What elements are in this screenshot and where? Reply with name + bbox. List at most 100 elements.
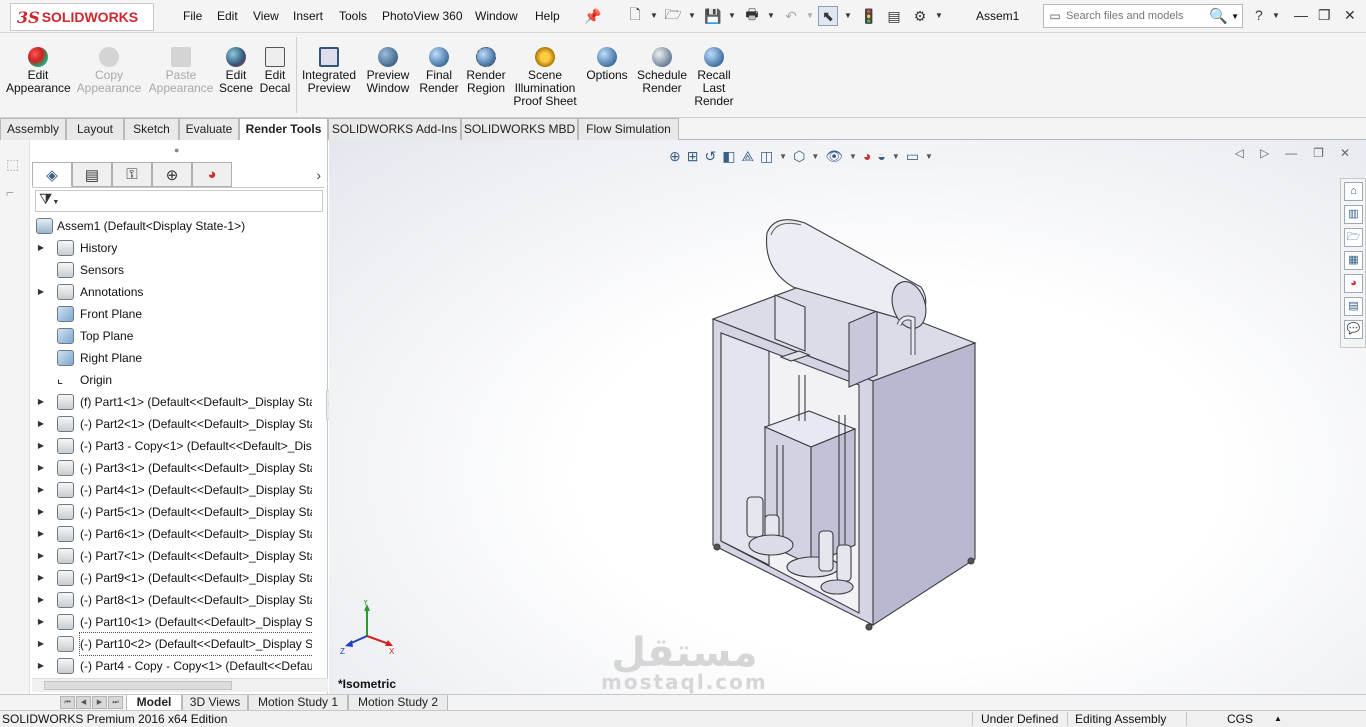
edit-decal-button[interactable]: Edit Decal	[258, 47, 292, 95]
schedule-render-button[interactable]: Schedule Render	[636, 47, 688, 95]
display-style-icon[interactable]: ⬡	[793, 148, 805, 165]
undo-icon[interactable]: ↶	[781, 6, 801, 26]
pin-icon[interactable]: 📌	[583, 6, 603, 26]
design-library-icon[interactable]: ▥	[1344, 205, 1363, 224]
tab-displaymanager[interactable]: ◕	[192, 162, 232, 187]
file-explorer-icon[interactable]: 🗁	[1344, 228, 1363, 247]
unit-system[interactable]: CGS	[1227, 711, 1253, 727]
tree-item-part[interactable]: ▶ (-) Part2<1> (Default<<Default>_Displa…	[30, 413, 312, 435]
section-view-icon[interactable]: ◧	[722, 148, 735, 165]
search-icon[interactable]: 🔍	[1209, 7, 1228, 25]
expand-arrow-icon[interactable]: ▶	[36, 523, 46, 545]
hide-show-items-icon[interactable]: 👁	[825, 148, 843, 165]
tab-render-tools[interactable]: Render Tools	[239, 118, 328, 140]
rebuild-traffic-light-icon[interactable]: 🚦	[859, 6, 879, 26]
tab-propertymanager[interactable]: ▤	[72, 162, 112, 187]
tree-item-part[interactable]: ▶ (-) Part8<1> (Default<<Default>_Displa…	[30, 589, 312, 611]
tab-3d-views[interactable]: 3D Views	[182, 695, 248, 711]
expand-arrow-icon[interactable]: ▶	[36, 501, 46, 523]
first-tab-icon[interactable]: ⏮	[60, 696, 75, 709]
expand-arrow-icon[interactable]: ▶	[36, 457, 46, 479]
previous-view-icon[interactable]: ↺	[704, 148, 716, 165]
recall-last-render-button[interactable]: Recall Last Render	[692, 47, 736, 108]
select-dropdown-icon[interactable]: ▼	[844, 11, 852, 20]
tree-filter[interactable]: ⧩▼	[35, 190, 323, 212]
dropdown-arrow-icon[interactable]: ▼	[811, 152, 819, 161]
expand-arrow-icon[interactable]: ▶	[36, 633, 46, 655]
menu-help[interactable]: Help	[535, 9, 560, 23]
tree-item-sensors[interactable]: Sensors	[30, 259, 312, 281]
options-dropdown-icon[interactable]: ▼	[935, 11, 943, 20]
home-icon[interactable]: ⌂	[1344, 182, 1363, 201]
tab-dimxpertmanager[interactable]: ⊕	[152, 162, 192, 187]
tree-item-origin[interactable]: ⌞ Origin	[30, 369, 312, 391]
viewport-restore-icon[interactable]: ❐	[1313, 146, 1324, 160]
graphics-area[interactable]: ⊕ ⊞ ↺ ◧ ⟁ ◫ ▼ ⬡ ▼ 👁 ▼ ◕ ◒ ▼ ▭ ▼ ◁ ▷ — ❐ ✕ ⌂ ▥…	[329, 140, 1366, 694]
edit-appearance-hud-icon[interactable]: ◕	[863, 148, 871, 164]
tree-item-part[interactable]: ▶ (-) Part4 - Copy - Copy<1> (Default<<D…	[30, 655, 312, 677]
smart-dimension-icon[interactable]: ⌐	[6, 184, 14, 200]
tree-item-part[interactable]: ▶ (-) Part7<1> (Default<<Default>_Displa…	[30, 545, 312, 567]
expand-arrow-icon[interactable]: ▶	[36, 435, 46, 457]
search-dropdown-icon[interactable]: ▼	[1231, 12, 1239, 21]
tree-item-part[interactable]: ▶ (-) Part6<1> (Default<<Default>_Displa…	[30, 523, 312, 545]
tab-layout[interactable]: Layout	[66, 118, 124, 140]
tab-motion-study-2[interactable]: Motion Study 2	[348, 695, 448, 711]
expand-arrow-icon[interactable]: ▶	[36, 589, 46, 611]
panel-grip-icon[interactable]: ●	[174, 145, 179, 155]
solidworks-logo[interactable]: 3S SOLIDWORKS	[10, 3, 154, 31]
dropdown-arrow-icon[interactable]: ▼	[849, 152, 857, 161]
new-document-icon[interactable]: 🗋	[625, 6, 645, 26]
water-heater-assembly-model[interactable]	[709, 215, 979, 635]
render-options-button[interactable]: Options	[584, 47, 630, 82]
search-input[interactable]	[1066, 10, 1206, 22]
print-icon[interactable]: 🖶	[742, 6, 762, 26]
units-dropdown-icon[interactable]: ▲	[1274, 711, 1282, 727]
tab-configurationmanager[interactable]: ⚿	[112, 162, 152, 187]
tree-item-part[interactable]: ▶ (-) Part4<1> (Default<<Default>_Displa…	[30, 479, 312, 501]
sketch-icon[interactable]: ⬚	[6, 156, 19, 173]
menu-tools[interactable]: Tools	[339, 9, 367, 23]
previous-doc-icon[interactable]: ◁	[1235, 146, 1244, 160]
expand-arrow-icon[interactable]: ▶	[36, 611, 46, 633]
view-palette-icon[interactable]: ▦	[1344, 251, 1363, 270]
paste-appearance-button[interactable]: Paste Appearance	[148, 47, 214, 95]
expand-arrow-icon[interactable]: ▶	[36, 545, 46, 567]
tree-item-part[interactable]: ▶ (-) Part3<1> (Default<<Default>_Displa…	[30, 457, 312, 479]
tab-model[interactable]: Model	[126, 695, 182, 711]
expand-arrow-icon[interactable]: ▶	[36, 413, 46, 435]
tab-solidworks-mbd[interactable]: SOLIDWORKS MBD	[461, 118, 578, 140]
open-folder-icon[interactable]: 🗁	[663, 6, 683, 26]
chevron-right-icon[interactable]: ›	[316, 167, 321, 183]
final-render-button[interactable]: Final Render	[418, 47, 460, 95]
save-icon[interactable]: 💾	[703, 6, 723, 26]
search-scope-icon[interactable]: ▭	[1044, 9, 1066, 23]
apply-scene-icon[interactable]: ◒	[877, 148, 885, 164]
dynamic-annotation-icon[interactable]: ⟁	[741, 148, 754, 165]
print-dropdown-icon[interactable]: ▼	[767, 11, 775, 20]
expand-arrow-icon[interactable]: ▶	[36, 237, 46, 259]
view-orientation-icon[interactable]: ◫	[760, 148, 773, 165]
restore-icon[interactable]: ❐	[1318, 7, 1331, 24]
tab-assembly[interactable]: Assembly	[0, 118, 66, 140]
expand-arrow-icon[interactable]: ▶	[36, 567, 46, 589]
zoom-to-fit-icon[interactable]: ⊕	[669, 148, 681, 165]
menu-file[interactable]: File	[183, 9, 202, 23]
close-icon[interactable]: ✕	[1344, 7, 1356, 24]
menu-window[interactable]: Window	[475, 9, 518, 23]
tree-item-part-selected[interactable]: ▶ (-) Part10<2> (Default<<Default>_Displ…	[30, 632, 312, 656]
tab-solidworks-add-ins[interactable]: SOLIDWORKS Add-Ins	[328, 118, 461, 140]
tree-root-assembly[interactable]: Assem1 (Default<Display State-1>)	[30, 215, 312, 237]
custom-properties-icon[interactable]: ▤	[1344, 297, 1363, 316]
tree-item-front-plane[interactable]: Front Plane	[30, 303, 312, 325]
forum-icon[interactable]: 💬	[1344, 320, 1363, 339]
tree-item-right-plane[interactable]: Right Plane	[30, 347, 312, 369]
preview-window-button[interactable]: Preview Window	[364, 47, 412, 95]
edit-scene-button[interactable]: Edit Scene	[218, 47, 254, 95]
select-pointer-icon[interactable]: ⬉	[818, 6, 838, 26]
menu-photoview[interactable]: PhotoView 360	[382, 9, 463, 23]
tree-item-part[interactable]: ▶ (-) Part10<1> (Default<<Default>_Displ…	[30, 611, 312, 633]
help-icon[interactable]: ?	[1255, 7, 1263, 23]
prev-tab-icon[interactable]: ◀	[76, 696, 91, 709]
expand-arrow-icon[interactable]: ▶	[36, 655, 46, 677]
